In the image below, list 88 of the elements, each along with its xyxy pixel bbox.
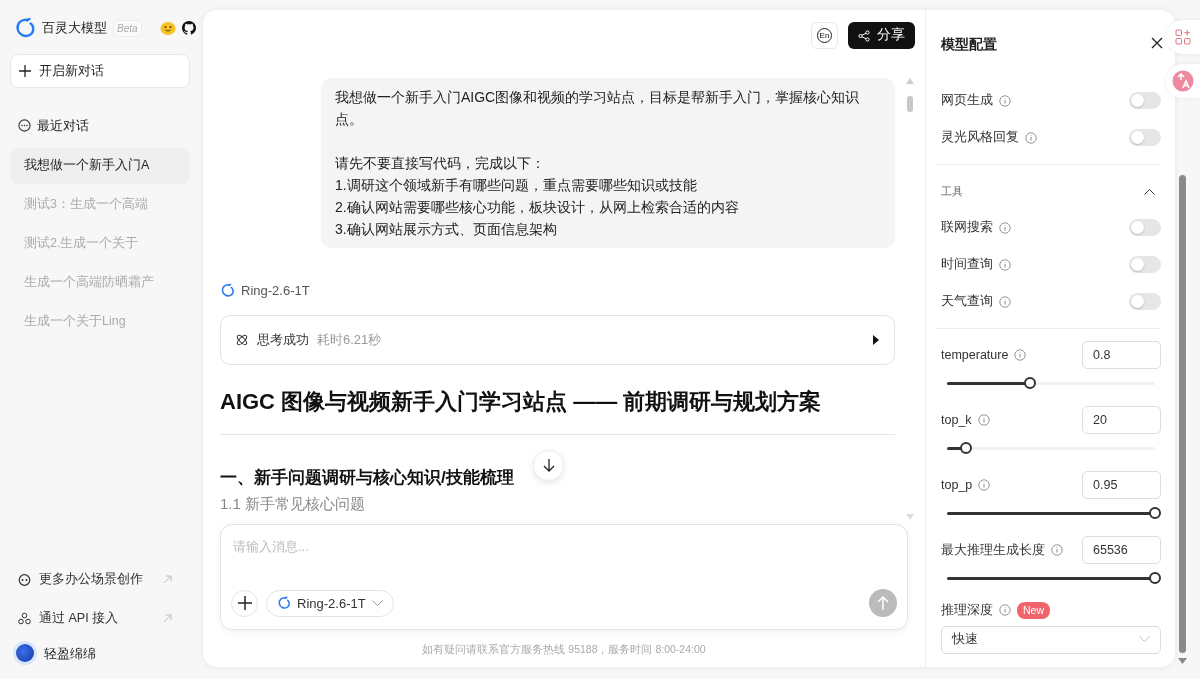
atom-icon xyxy=(235,332,249,347)
plus-icon xyxy=(19,65,31,77)
logo-icon xyxy=(14,17,36,39)
depth-select[interactable]: 快速 xyxy=(941,625,1161,654)
toggle-switch[interactable] xyxy=(1129,129,1161,146)
info-icon[interactable] xyxy=(1051,544,1063,556)
logo-icon xyxy=(220,283,235,299)
setting-label: 天气查询 xyxy=(941,293,993,311)
section-title: 工具 xyxy=(941,183,963,199)
external-link-icon xyxy=(163,613,172,623)
scrollbar[interactable] xyxy=(1177,172,1188,666)
setting-label: 灵光风格回复 xyxy=(941,129,1019,147)
brand-name: 百灵大模型 xyxy=(42,19,107,38)
message-input[interactable]: 请输入消息... Ring-2.6-1T xyxy=(220,524,908,631)
arrow-down-icon xyxy=(542,459,555,472)
toggle-switch[interactable] xyxy=(1129,92,1161,109)
toggle-switch[interactable] xyxy=(1129,256,1161,273)
setting-label: 时间查询 xyxy=(941,256,993,274)
reply-title: AIGC 图像与视频新手入门学习站点 —— 前期调研与规划方案 xyxy=(220,384,895,435)
close-icon xyxy=(1151,37,1163,49)
chevron-down-icon xyxy=(1139,636,1150,644)
sidebar-link[interactable]: 通过 API 接入 xyxy=(10,598,190,638)
github-icon[interactable] xyxy=(181,21,196,35)
user-message: 我想做一个新手入门AIGC图像和视频的学习站点，目标是帮新手入门，掌握核心知识点。 请先不要直接写代码，完成以下： 1.调研这个领域新手有哪些问题，重点需要哪些知识或技能 2.确认网站需要哪些核心功能，板块设计，从网上检索合适的内容 3.确认网站展示方式、页面信息架构 xyxy=(321,78,895,248)
info-icon[interactable] xyxy=(999,221,1011,234)
conversation-item[interactable]: 我想做一个新手入门A xyxy=(10,147,190,184)
send-button[interactable] xyxy=(869,589,897,618)
user-name: 轻盈绵绵 xyxy=(44,644,96,663)
section-title: 最近对话 xyxy=(37,117,89,135)
parameter-label: temperature xyxy=(941,346,1009,364)
language-button[interactable]: En xyxy=(811,22,838,49)
info-icon[interactable] xyxy=(999,295,1011,308)
parameter-label: 最大推理生成长度 xyxy=(941,541,1045,559)
translate-button[interactable] xyxy=(1166,64,1200,98)
toggle-switch[interactable] xyxy=(1129,219,1161,236)
model-name: Ring-2.6-1T xyxy=(241,282,310,300)
value-field[interactable]: 0.8 xyxy=(1082,341,1161,369)
scroll-down-button[interactable] xyxy=(533,450,564,481)
chat-icon xyxy=(18,119,31,133)
toggle-switch[interactable] xyxy=(1129,293,1161,310)
info-icon[interactable] xyxy=(999,94,1011,107)
robot-icon xyxy=(18,572,31,586)
info-icon[interactable] xyxy=(1014,349,1027,361)
new-tag: New xyxy=(1017,601,1050,620)
chevron-icon xyxy=(1144,187,1155,195)
apps-icon xyxy=(1175,29,1191,45)
slider-thumb[interactable] xyxy=(1149,507,1161,519)
nodes-icon xyxy=(18,611,31,625)
caret-icon xyxy=(872,334,880,345)
parameter-label: top_p xyxy=(941,476,973,494)
info-icon[interactable] xyxy=(999,604,1011,617)
parameter-label: top_k xyxy=(941,411,972,429)
close-button[interactable] xyxy=(1151,37,1165,51)
new-chat-button[interactable]: 开启新对话 xyxy=(10,54,190,88)
chevron-down-icon xyxy=(371,599,383,607)
attach-button[interactable] xyxy=(231,589,258,617)
sidebar-link[interactable]: 更多办公场景创作 xyxy=(10,559,190,599)
thinking-toggle[interactable]: 思考成功 耗时6.21秒 xyxy=(220,314,895,365)
slider-thumb[interactable] xyxy=(1149,572,1161,584)
arrow-up-icon xyxy=(877,596,889,611)
beta-tag: Beta xyxy=(113,19,142,37)
share-button[interactable]: 分享 xyxy=(848,22,915,49)
avatar[interactable] xyxy=(16,644,34,663)
section-heading: 一、新手问题调研与核心知识/技能梳理 xyxy=(220,466,514,489)
info-icon[interactable] xyxy=(1025,131,1037,144)
smiley-icon[interactable] xyxy=(159,21,176,35)
slider-thumb[interactable] xyxy=(959,442,972,454)
model-selector[interactable]: Ring-2.6-1T xyxy=(266,589,394,617)
info-icon[interactable] xyxy=(999,258,1011,271)
slider-thumb[interactable] xyxy=(1024,377,1037,389)
panel-title: 模型配置 xyxy=(941,34,997,54)
footer-note: 如有疑问请联系官方服务热线 95188，服务时间 8:00-24:00 xyxy=(421,642,707,658)
value-field[interactable]: 65536 xyxy=(1082,536,1161,564)
setting-label: 联网搜索 xyxy=(941,219,993,237)
parameter-label: 推理深度 xyxy=(941,602,993,619)
setting-label: 网页生成 xyxy=(941,92,993,110)
info-icon[interactable] xyxy=(978,479,991,491)
plus-icon xyxy=(237,596,252,611)
value-field[interactable]: 20 xyxy=(1082,406,1161,434)
value-field[interactable]: 0.95 xyxy=(1082,471,1161,499)
share-icon xyxy=(858,29,870,42)
logo-icon xyxy=(277,596,291,611)
translate-icon xyxy=(1172,70,1194,92)
subheading: 1.1 新手常见核心问题 xyxy=(220,494,367,514)
info-icon[interactable] xyxy=(977,414,990,426)
collapse-button[interactable] xyxy=(1144,187,1155,195)
scrollbar[interactable] xyxy=(905,78,915,520)
external-link-icon xyxy=(163,574,172,584)
